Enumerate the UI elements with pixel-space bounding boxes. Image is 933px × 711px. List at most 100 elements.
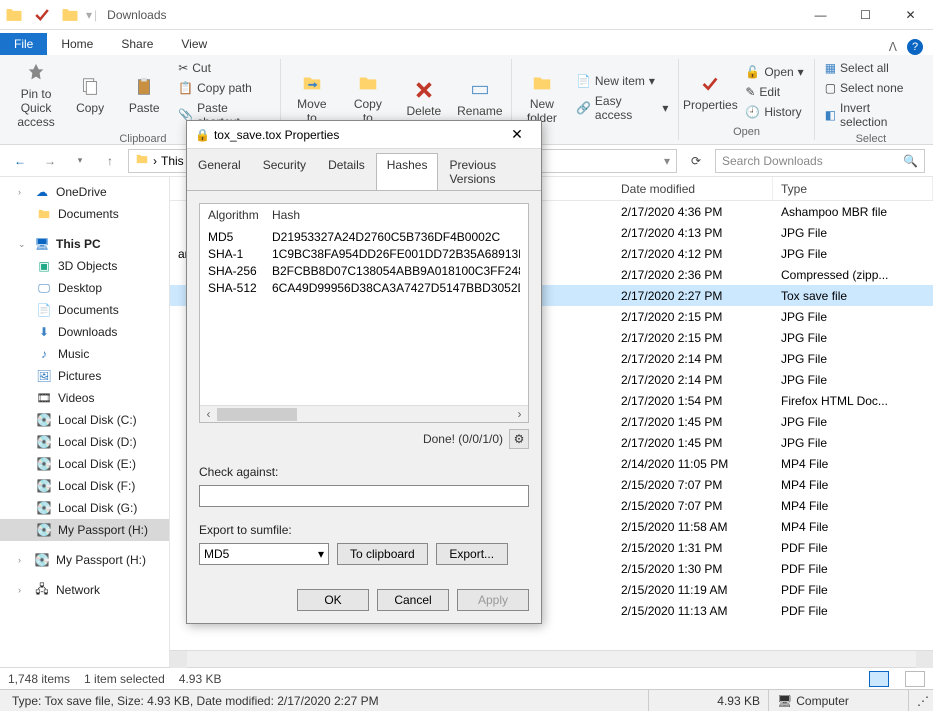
- nav-mph[interactable]: 💽My Passport (H:): [0, 519, 169, 541]
- export-format-select[interactable]: MD5▾: [199, 543, 329, 565]
- qat-checkmark-icon[interactable]: [32, 5, 52, 25]
- large-icons-button[interactable]: [905, 671, 925, 687]
- up-button[interactable]: ↑: [98, 149, 122, 173]
- open-button[interactable]: 🔓Open▾: [741, 63, 807, 81]
- tab-share[interactable]: Share: [107, 33, 167, 55]
- search-icon: 🔍: [903, 154, 918, 168]
- status-type-line: Type: Tox save file, Size: 4.93 KB, Date…: [12, 694, 379, 708]
- col-type[interactable]: Type: [773, 177, 933, 200]
- selectall-icon: ▦: [825, 61, 836, 75]
- nav-3dobjects[interactable]: ▣3D Objects: [0, 255, 169, 277]
- resize-grip[interactable]: ⋰: [909, 690, 929, 711]
- export-button[interactable]: Export...: [436, 543, 508, 565]
- close-button[interactable]: ✕: [888, 0, 933, 30]
- history-button[interactable]: 🕘History: [741, 103, 807, 121]
- nav-ldd[interactable]: 💽Local Disk (D:): [0, 431, 169, 453]
- help-icon[interactable]: ?: [907, 39, 923, 55]
- folder-icon: [4, 5, 24, 25]
- newitem-icon: 📄: [576, 74, 591, 88]
- nav-ldc[interactable]: 💽Local Disk (C:): [0, 409, 169, 431]
- nav-lde[interactable]: 💽Local Disk (E:): [0, 453, 169, 475]
- export-label: Export to sumfile:: [199, 523, 529, 537]
- dialog-titlebar[interactable]: 🔒 tox_save.tox Properties ✕: [187, 121, 541, 149]
- settings-button[interactable]: ⚙: [509, 429, 529, 449]
- nav-pictures[interactable]: 🖼Pictures: [0, 365, 169, 387]
- cut-button[interactable]: ✂Cut: [174, 59, 274, 77]
- hash-row[interactable]: SHA-11C9BC38FA954DD26FE001DD72B35A68913B…: [208, 245, 520, 262]
- to-clipboard-button[interactable]: To clipboard: [337, 543, 428, 565]
- disk-icon: 💽: [36, 500, 52, 516]
- tab-home[interactable]: Home: [47, 33, 107, 55]
- network-icon: 🖧: [34, 582, 50, 598]
- pin-button[interactable]: Pin to Quick access: [12, 59, 60, 131]
- computer-icon: 🖥: [777, 694, 792, 708]
- music-icon: ♪: [36, 346, 52, 362]
- cancel-button[interactable]: Cancel: [377, 589, 449, 611]
- hash-row[interactable]: SHA-256B2FCBB8D07C138054ABB9A018100C3FF2…: [208, 262, 520, 279]
- hscrollbar[interactable]: [170, 650, 933, 667]
- dialog-close-button[interactable]: ✕: [497, 121, 537, 149]
- hash-list[interactable]: Algorithm Hash MD5D21953327A24D2760C5B73…: [199, 203, 529, 423]
- newitem-button[interactable]: 📄New item▾: [572, 72, 672, 90]
- nav-documents[interactable]: Documents: [0, 203, 169, 225]
- nav-onedrive[interactable]: ›☁OneDrive: [0, 181, 169, 203]
- nav-pane[interactable]: ›☁OneDrive Documents ⌄🖥This PC ▣3D Objec…: [0, 177, 170, 667]
- search-input[interactable]: Search Downloads 🔍: [715, 149, 925, 173]
- moveto-icon: [300, 71, 324, 95]
- back-button[interactable]: ←: [8, 149, 32, 173]
- hash-row[interactable]: SHA-5126CA49D99956D38CA3A7427D5147BBD305…: [208, 279, 520, 296]
- refresh-button[interactable]: ⟳: [683, 154, 709, 168]
- edit-button[interactable]: ✎Edit: [741, 83, 807, 101]
- nav-thispc[interactable]: ⌄🖥This PC: [0, 233, 169, 255]
- copypath-button[interactable]: 📋Copy path: [174, 79, 274, 97]
- easyaccess-button[interactable]: 🔗Easy access▾: [572, 92, 672, 124]
- tab-file[interactable]: File: [0, 33, 47, 55]
- tab-previous-versions[interactable]: Previous Versions: [438, 153, 541, 191]
- nav-music[interactable]: ♪Music: [0, 343, 169, 365]
- maximize-button[interactable]: ☐: [843, 0, 888, 30]
- details-view-button[interactable]: [869, 671, 889, 687]
- videos-icon: 🎞: [36, 390, 52, 406]
- algo-header[interactable]: Algorithm: [208, 208, 272, 222]
- qat-folder-icon[interactable]: [60, 5, 80, 25]
- hash-header[interactable]: Hash: [272, 208, 300, 222]
- minimize-button[interactable]: ―: [798, 0, 843, 30]
- selectall-button[interactable]: ▦Select all: [821, 59, 921, 77]
- nav-downloads[interactable]: ⬇Downloads: [0, 321, 169, 343]
- col-date[interactable]: Date modified: [613, 177, 773, 200]
- disk-icon: 💽: [36, 478, 52, 494]
- tab-view[interactable]: View: [167, 33, 221, 55]
- tab-security[interactable]: Security: [252, 153, 317, 191]
- check-against-input[interactable]: [199, 485, 529, 507]
- hash-hscrollbar[interactable]: ‹›: [200, 405, 528, 422]
- collapse-ribbon-icon[interactable]: ᐱ: [889, 40, 897, 54]
- selectnone-button[interactable]: ▢Select none: [821, 79, 921, 97]
- copy-button[interactable]: Copy: [66, 59, 114, 131]
- address-dropdown-icon[interactable]: ▾: [664, 154, 670, 168]
- clipboard-group-label: Clipboard: [119, 131, 166, 147]
- chevron-down-icon: ▾: [318, 547, 324, 561]
- nav-desktop[interactable]: 🖵Desktop: [0, 277, 169, 299]
- properties-button[interactable]: Properties: [685, 59, 735, 124]
- nav-ldf[interactable]: 💽Local Disk (F:): [0, 475, 169, 497]
- status-bar-2: Type: Tox save file, Size: 4.93 KB, Date…: [0, 689, 933, 711]
- nav-ldg[interactable]: 💽Local Disk (G:): [0, 497, 169, 519]
- gear-icon: ⚙: [514, 432, 525, 446]
- newfolder-icon: [530, 71, 554, 95]
- apply-button[interactable]: Apply: [457, 589, 529, 611]
- invert-button[interactable]: ◧Invert selection: [821, 99, 921, 131]
- nav-videos[interactable]: 🎞Videos: [0, 387, 169, 409]
- recent-dropdown[interactable]: ▾: [68, 149, 92, 173]
- ok-button[interactable]: OK: [297, 589, 369, 611]
- paste-button[interactable]: Paste: [120, 59, 168, 131]
- hash-row[interactable]: MD5D21953327A24D2760C5B736DF4B0002C: [208, 228, 520, 245]
- tab-hashes[interactable]: Hashes: [376, 153, 439, 191]
- tab-details[interactable]: Details: [317, 153, 376, 191]
- nav-documents2[interactable]: 📄Documents: [0, 299, 169, 321]
- nav-mph2[interactable]: ›💽My Passport (H:): [0, 549, 169, 571]
- forward-button[interactable]: →: [38, 149, 62, 173]
- tab-general[interactable]: General: [187, 153, 252, 191]
- nav-network[interactable]: ›🖧Network: [0, 579, 169, 601]
- qat-dropdown-icon[interactable]: ▾: [86, 8, 92, 22]
- downloads-icon: ⬇: [36, 324, 52, 340]
